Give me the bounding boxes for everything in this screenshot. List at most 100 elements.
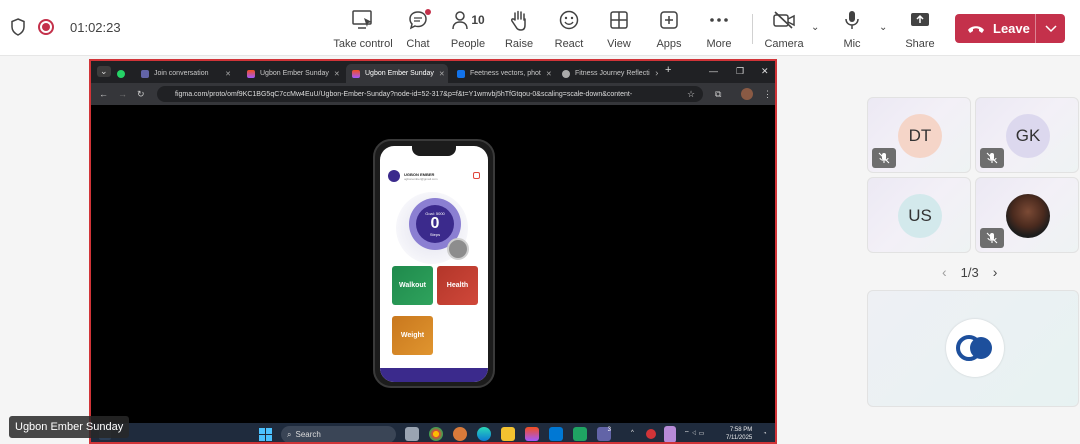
tray-overflow-icon[interactable]: ^ — [631, 429, 634, 437]
shared-screen: ⌄ Join conversation ✕ Ugbon Ember Sunday… — [89, 59, 777, 444]
self-view-tile[interactable] — [867, 290, 1079, 407]
card-label: Health — [446, 282, 469, 289]
take-control-label: Take control — [333, 38, 393, 50]
url-text: figma.com/proto/omf9KC1BG5qC7ccMw4EuU/Ug… — [175, 90, 633, 98]
browser-tab-active[interactable]: Ugbon Ember Sunday ✕ — [346, 64, 448, 83]
search-label: Search — [295, 430, 321, 439]
chevron-right-icon[interactable]: › — [993, 264, 998, 280]
react-icon — [559, 8, 579, 32]
people-icon — [452, 11, 469, 30]
chat-label: Chat — [406, 38, 430, 50]
notification-icon[interactable] — [473, 172, 480, 179]
camera-button[interactable]: Camera — [754, 8, 814, 50]
participant-initials: US — [898, 194, 942, 238]
teams-icon[interactable]: 3 — [597, 427, 611, 441]
recording-icon — [38, 19, 54, 35]
task-view-icon[interactable] — [405, 427, 419, 441]
walkout-card[interactable]: Walkout — [392, 266, 433, 305]
steps-value: 0 — [430, 215, 440, 232]
figma-icon[interactable] — [525, 427, 539, 441]
taskbar-search[interactable]: ⌕ Search — [281, 426, 396, 442]
sheets-icon[interactable] — [573, 427, 587, 441]
participant-tile[interactable]: US — [867, 177, 971, 253]
close-icon[interactable]: ✕ — [655, 70, 658, 78]
chrome-icon[interactable] — [429, 427, 443, 441]
reload-icon[interactable]: ↻ — [137, 89, 145, 100]
card-label: Walkout — [399, 282, 426, 289]
profile-avatar[interactable] — [741, 88, 753, 100]
meeting-timer: 01:02:23 — [70, 19, 121, 35]
participant-tile[interactable]: DT — [867, 97, 971, 173]
tab-search-icon[interactable]: ⌄ — [97, 66, 111, 77]
more-button[interactable]: More — [689, 8, 749, 50]
user-avatar[interactable] — [388, 170, 400, 182]
card-label: Weight — [400, 332, 425, 339]
back-icon[interactable]: ← — [99, 89, 108, 99]
view-label: View — [607, 38, 631, 50]
extensions-icon[interactable]: ⧉ — [715, 89, 721, 100]
bookmark-star-icon[interactable]: ☆ — [687, 89, 695, 100]
weight-card[interactable]: Weight — [392, 316, 433, 355]
minimize-icon[interactable]: — — [709, 66, 718, 76]
hang-up-icon — [968, 25, 984, 33]
address-bar[interactable]: figma.com/proto/omf9KC1BG5qC7ccMw4EuU/Ug… — [157, 86, 703, 102]
participant-photo — [1006, 194, 1050, 238]
file-explorer-icon[interactable] — [501, 427, 515, 441]
browser-tab[interactable]: Feetness vectors, phot ✕ — [451, 64, 553, 83]
health-card[interactable]: Health — [437, 266, 478, 305]
edge-icon[interactable] — [477, 427, 491, 441]
more-icon — [709, 8, 729, 32]
forward-icon[interactable]: → — [118, 89, 127, 99]
teams-badge: 3 — [607, 427, 611, 433]
new-tab-icon[interactable]: + — [665, 64, 671, 76]
chevron-down-icon[interactable]: ⌄ — [811, 22, 819, 33]
react-label: React — [554, 38, 584, 50]
close-icon[interactable]: ✕ — [225, 70, 231, 78]
browser-tab[interactable]: Ugbon Ember Sunday ✕ — [241, 64, 343, 83]
tab-label: Fitness Journey Reflecti — [575, 70, 650, 77]
browser-tab[interactable] — [111, 64, 133, 83]
raise-hand-icon — [509, 8, 529, 32]
pager-text: 1/3 — [960, 264, 979, 280]
browser-toolbar: ← → ↻ figma.com/proto/omf9KC1BG5qC7ccMw4… — [91, 83, 775, 105]
participant-tile[interactable] — [975, 177, 1079, 253]
notifications-icon[interactable]: ◔ — [763, 430, 767, 438]
chevron-down-icon[interactable]: ⌄ — [879, 22, 887, 33]
browser-tab-strip: ⌄ Join conversation ✕ Ugbon Ember Sunday… — [91, 61, 775, 83]
shield-icon[interactable] — [10, 18, 26, 36]
close-icon[interactable]: ✕ — [334, 70, 340, 78]
browser-tab[interactable]: Fitness Journey Reflecti ✕ — [556, 64, 658, 83]
tab-label: Ugbon Ember Sunday — [260, 70, 329, 77]
mic-button[interactable]: Mic — [822, 8, 882, 50]
tab-label: Ugbon Ember Sunday — [365, 70, 434, 77]
apps-icon — [660, 8, 678, 32]
share-label: Share — [905, 38, 935, 50]
leave-options-button[interactable] — [1036, 24, 1065, 33]
mic-label: Mic — [843, 38, 861, 50]
tab-label: Feetness vectors, phot — [470, 70, 541, 77]
close-icon[interactable]: ✕ — [546, 70, 552, 78]
taskbar-clock[interactable]: 7:58 PM 7/11/2025 — [726, 426, 752, 442]
maximize-icon[interactable]: ❐ — [736, 66, 744, 77]
participant-tile[interactable]: GK — [975, 97, 1079, 173]
leave-button[interactable]: Leave — [955, 14, 1065, 43]
browser-tab[interactable]: Join conversation ✕ — [135, 64, 237, 83]
apps-label: Apps — [656, 38, 682, 50]
take-control-button[interactable]: Take control — [333, 8, 393, 50]
app-icon[interactable] — [453, 427, 467, 441]
people-count: 10 — [471, 13, 485, 27]
app-screen: UGBON EMBER ugbonember@gmail.com Goal: 5… — [380, 146, 488, 382]
close-icon[interactable]: ✕ — [439, 70, 445, 78]
figma-icon — [352, 69, 360, 78]
take-control-icon — [352, 8, 374, 32]
tray-app-icon[interactable] — [646, 429, 656, 439]
vscode-icon[interactable] — [549, 427, 563, 441]
chevron-left-icon[interactable]: ‹ — [942, 264, 947, 280]
browser-menu-icon[interactable]: ⋮ — [763, 89, 772, 100]
wifi-volume-battery-icons[interactable]: ⌔ ◁ ▭ — [684, 430, 704, 438]
app-user-name: UGBON EMBER — [404, 171, 435, 177]
windows-start-icon[interactable] — [259, 428, 272, 441]
share-button[interactable]: Share — [890, 8, 950, 50]
tray-mic-icon[interactable] — [664, 426, 676, 442]
close-window-icon[interactable]: ✕ — [761, 66, 769, 77]
